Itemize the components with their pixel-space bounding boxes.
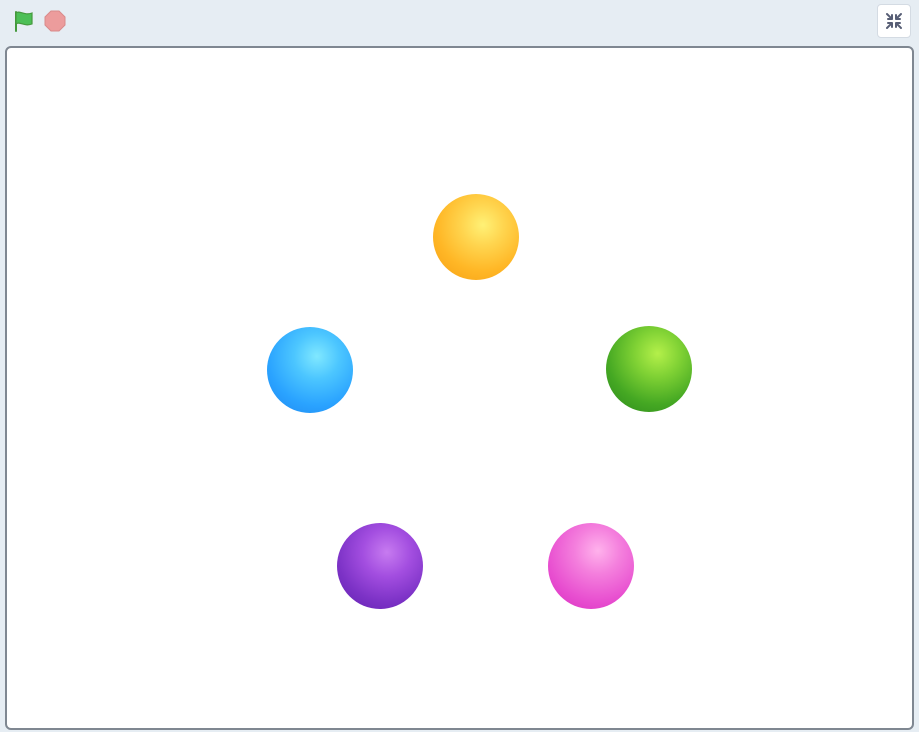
stage-canvas[interactable]: [5, 46, 914, 730]
green-flag-button[interactable]: [10, 8, 36, 34]
stop-button[interactable]: [42, 8, 68, 34]
stop-icon: [44, 10, 66, 32]
blue-ball-sprite[interactable]: [267, 327, 353, 413]
pink-ball-sprite[interactable]: [548, 523, 634, 609]
player-toolbar: [0, 0, 919, 44]
purple-ball-sprite[interactable]: [337, 523, 423, 609]
orange-ball-sprite[interactable]: [433, 194, 519, 280]
green-flag-icon: [15, 11, 33, 32]
scratch-player: [0, 0, 919, 732]
exit-fullscreen-button[interactable]: [877, 4, 911, 38]
exit-fullscreen-icon: [886, 13, 902, 29]
green-ball-sprite[interactable]: [606, 326, 692, 412]
